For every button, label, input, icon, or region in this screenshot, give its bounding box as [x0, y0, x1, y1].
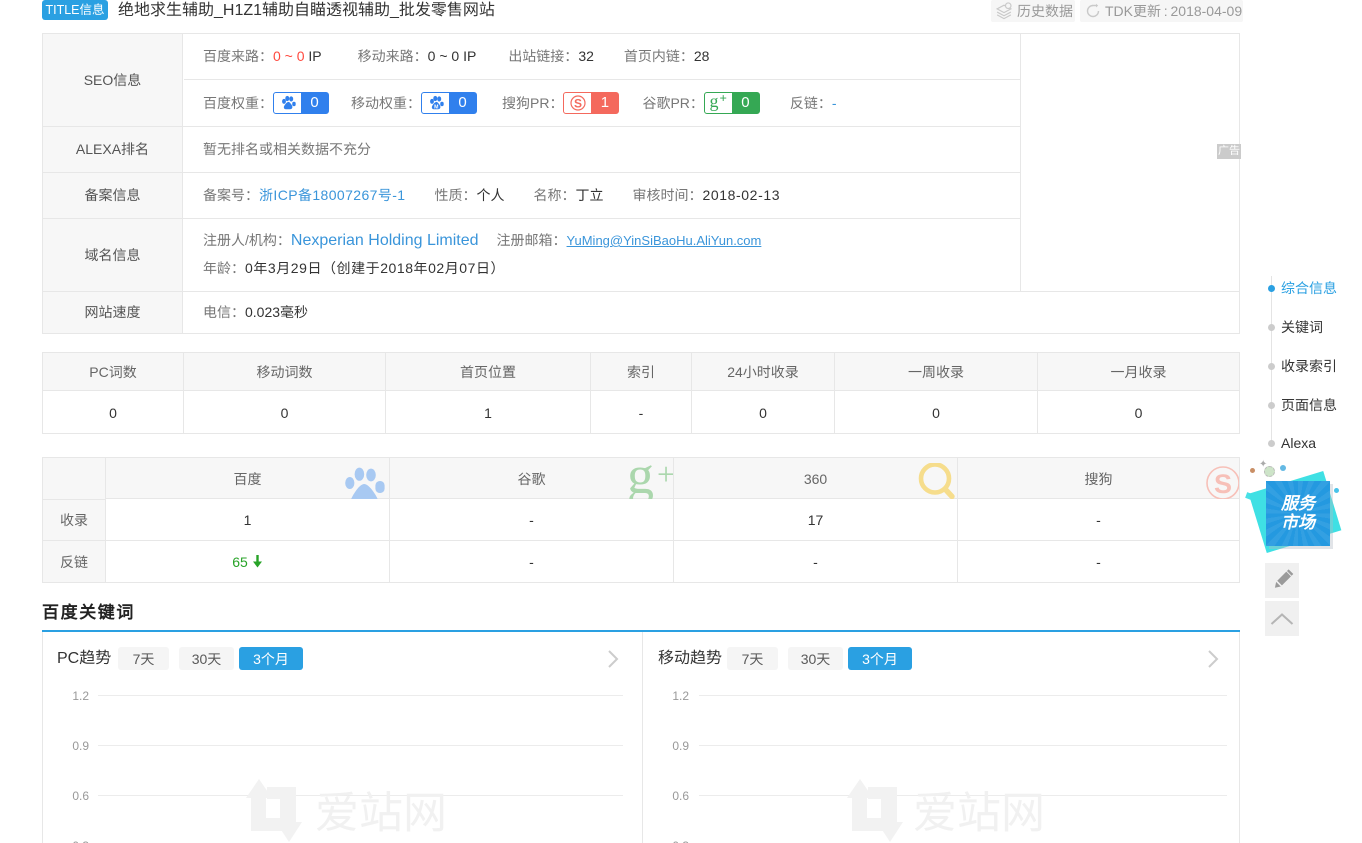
svg-text:M: M [434, 104, 438, 110]
svg-text:+: + [720, 94, 727, 106]
svg-text:S: S [574, 96, 582, 110]
svg-text:g: g [710, 94, 719, 111]
svg-text:S: S [1214, 469, 1232, 499]
